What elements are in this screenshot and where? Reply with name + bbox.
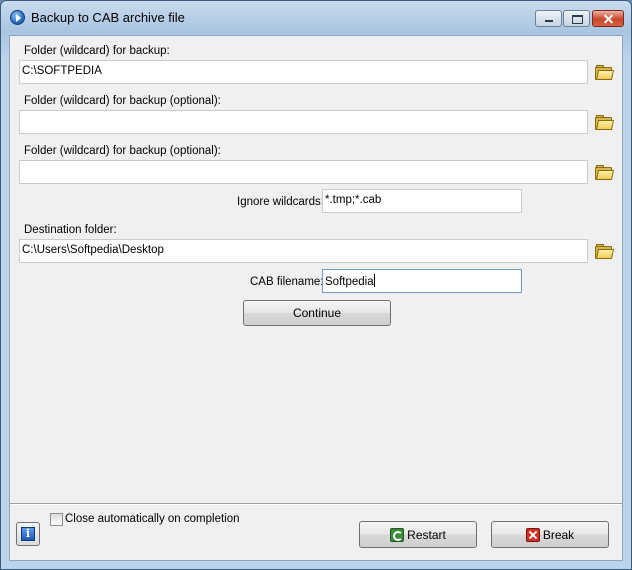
close-button[interactable]: [592, 10, 624, 27]
title-bar[interactable]: Backup to CAB archive file: [1, 1, 631, 35]
continue-button[interactable]: Continue: [243, 300, 391, 326]
footer-separator: [10, 503, 622, 505]
folder2-label: Folder (wildcard) for backup (optional):: [24, 95, 221, 107]
app-icon[interactable]: [10, 10, 25, 25]
info-icon: [21, 527, 35, 541]
dialog-body: Folder (wildcard) for backup: C:\SOFTPED…: [9, 35, 623, 561]
cab-filename-input[interactable]: Softpedia: [322, 269, 522, 293]
restart-icon: [390, 527, 405, 542]
close-icon: [593, 11, 623, 26]
folder2-input[interactable]: [19, 110, 588, 134]
browse-folder2-button[interactable]: [595, 115, 615, 130]
destination-input[interactable]: C:\Users\Softpedia\Desktop: [19, 239, 588, 263]
maximize-button[interactable]: [563, 10, 590, 27]
restart-label: Restart: [407, 527, 446, 542]
maximize-icon: [564, 11, 589, 26]
close-automatically-label[interactable]: Close automatically on completion: [65, 513, 240, 525]
cab-filename-value: Softpedia: [325, 276, 374, 288]
break-button[interactable]: Break: [491, 521, 609, 548]
destination-label: Destination folder:: [24, 224, 117, 236]
continue-label: Continue: [292, 306, 342, 320]
browse-destination-button[interactable]: [595, 244, 615, 259]
window-title: Backup to CAB archive file: [31, 10, 185, 25]
browse-folder1-button[interactable]: [595, 65, 615, 80]
folder1-label: Folder (wildcard) for backup:: [24, 45, 170, 57]
minimize-button[interactable]: [535, 10, 562, 27]
minimize-icon: [536, 11, 561, 26]
ignore-wildcards-input[interactable]: *.tmp;*.cab: [322, 189, 522, 213]
info-button[interactable]: [16, 522, 40, 546]
ignore-wildcards-label: Ignore wildcards:: [237, 196, 324, 208]
close-automatically-checkbox[interactable]: [50, 513, 63, 526]
restart-button[interactable]: Restart: [359, 521, 477, 548]
main-window: Backup to CAB archive file Folder (wildc…: [0, 0, 632, 570]
folder3-input[interactable]: [19, 160, 588, 184]
browse-folder3-button[interactable]: [595, 165, 615, 180]
folder3-label: Folder (wildcard) for backup (optional):: [24, 145, 221, 157]
break-icon: [525, 527, 540, 542]
folder1-input[interactable]: C:\SOFTPEDIA: [19, 60, 588, 84]
text-caret: [373, 274, 375, 287]
cab-filename-label: CAB filename:: [250, 276, 324, 288]
break-label: Break: [542, 527, 575, 542]
